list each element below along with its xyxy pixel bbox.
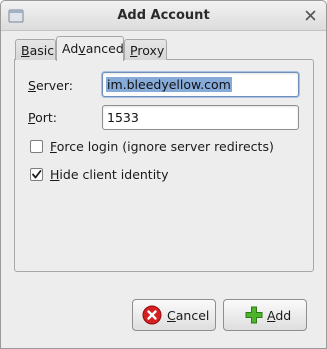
cancel-icon [142,305,162,325]
title-bar[interactable]: Add Account [1,1,326,31]
hide-identity-row[interactable]: Hide client identity [30,166,210,184]
server-label: Server: [28,78,73,93]
force-login-row[interactable]: Force login (ignore server redirects) [30,138,300,156]
cancel-button[interactable]: Cancel [132,299,216,331]
port-value: 1533 [107,110,139,125]
close-icon[interactable] [305,10,316,21]
port-input[interactable]: 1533 [102,105,299,130]
server-value: im.bleedyellow.com [106,77,232,92]
window-title: Add Account [117,8,210,23]
force-login-label: Force login (ignore server redirects) [50,139,274,154]
tab-basic[interactable]: Basic [15,39,56,60]
add-account-dialog: Add Account Server: im.bleedyellow.com P… [0,0,327,349]
tab-advanced[interactable]: Advanced [56,36,124,61]
hide-identity-checkbox[interactable] [30,168,43,181]
force-login-checkbox[interactable] [30,140,43,153]
checkmark-icon [32,170,42,179]
hide-identity-label: Hide client identity [50,167,169,182]
port-label: Port: [28,110,57,125]
tab-proxy[interactable]: Proxy [124,39,167,60]
server-input[interactable]: im.bleedyellow.com [102,72,299,97]
add-label: Add [267,308,292,323]
add-button[interactable]: Add [223,299,307,331]
cancel-label: Cancel [167,308,210,323]
add-icon [245,306,263,324]
